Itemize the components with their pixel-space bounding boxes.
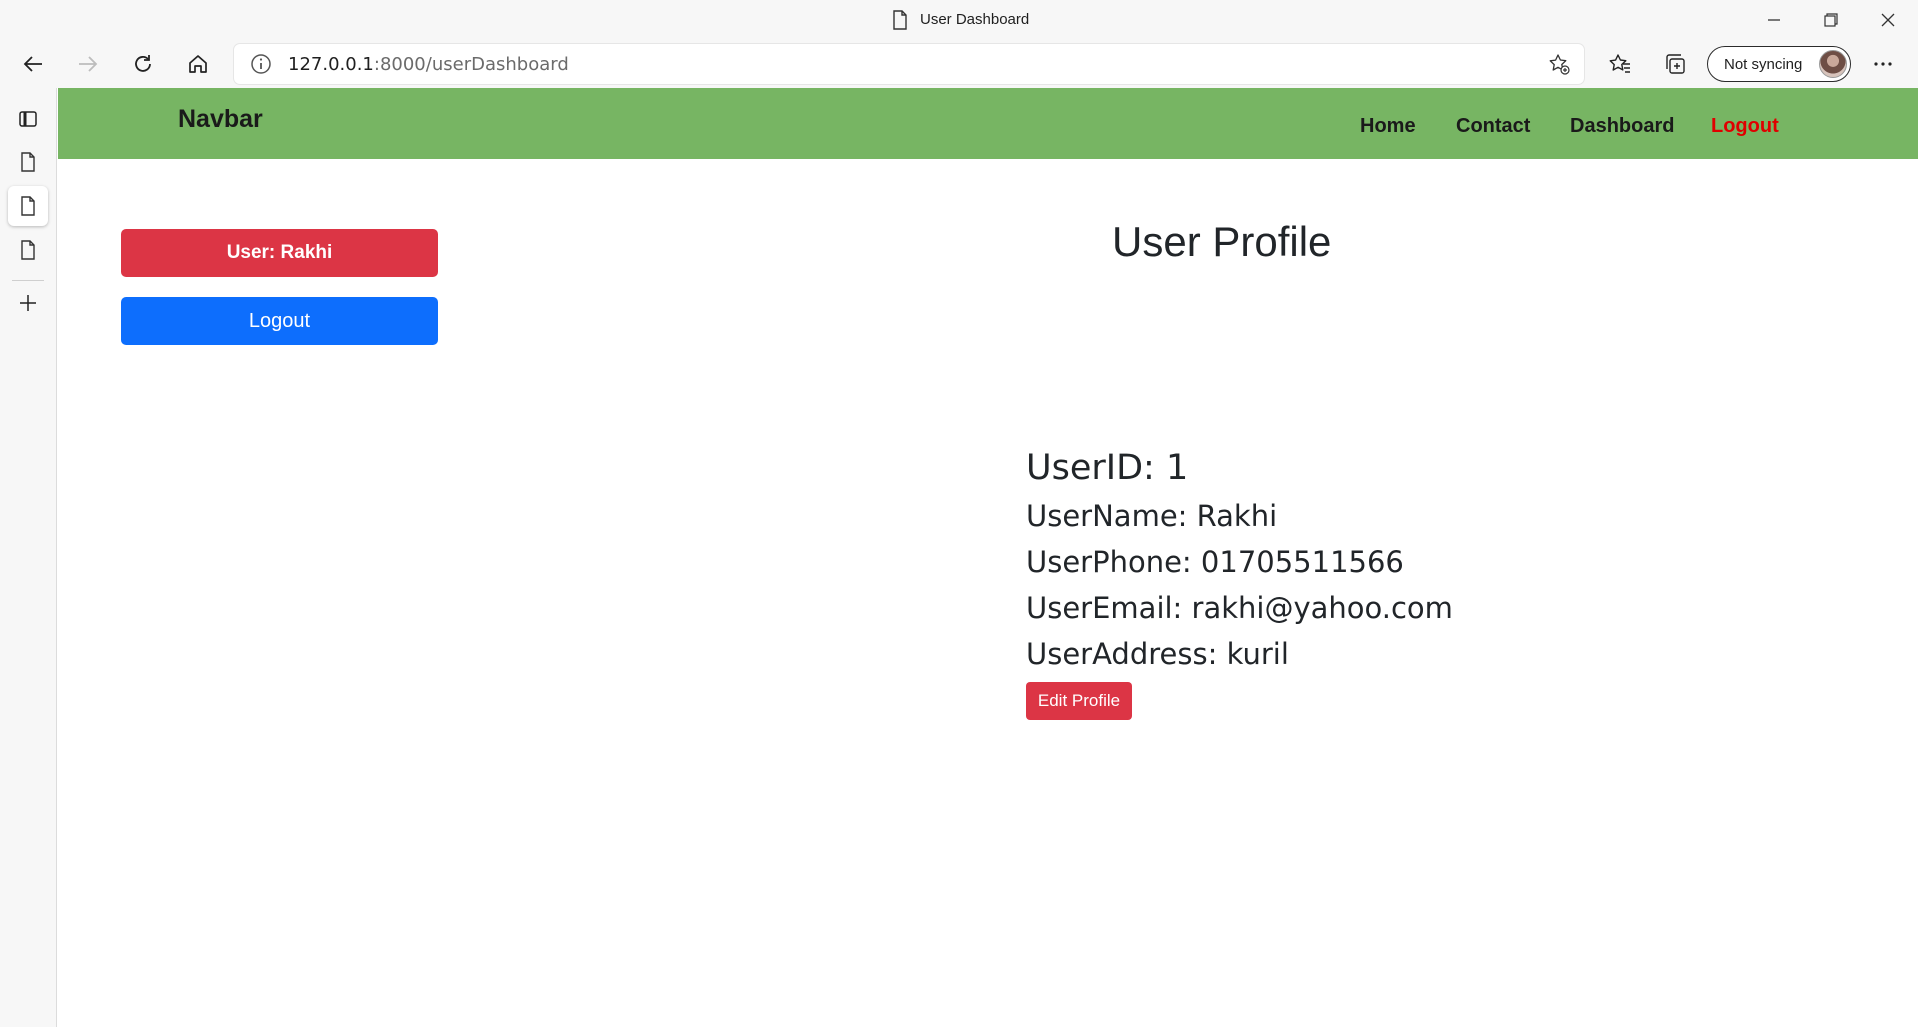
user-name-text: UserName: Rakhi	[1026, 499, 1278, 533]
more-icon	[1874, 62, 1892, 66]
info-icon[interactable]	[250, 53, 272, 75]
user-email-text: UserEmail: rakhi@yahoo.com	[1026, 591, 1453, 625]
arrow-right-icon	[79, 56, 98, 72]
arrow-left-icon	[23, 56, 42, 72]
site-navbar: Navbar Home Contact Dashboard Logout	[58, 88, 1918, 159]
page-icon	[21, 196, 35, 216]
refresh-button[interactable]	[123, 44, 163, 84]
browser-toolbar: 127.0.0.1:8000/userDashboard Not syncing	[0, 40, 1918, 88]
home-icon	[189, 55, 207, 73]
tab-actions-button[interactable]	[8, 99, 48, 139]
collections-button[interactable]	[1659, 48, 1691, 80]
logout-button[interactable]: Logout	[121, 297, 438, 345]
user-id-text: UserID: 1	[1026, 448, 1189, 488]
tab-item-1[interactable]	[8, 142, 48, 182]
back-button[interactable]	[13, 44, 53, 84]
url-text[interactable]: 127.0.0.1:8000/userDashboard	[288, 54, 569, 75]
edit-profile-button[interactable]: Edit Profile	[1026, 682, 1132, 720]
home-button[interactable]	[178, 44, 218, 84]
user-address-text: UserAddress: kuril	[1026, 637, 1289, 671]
settings-more-button[interactable]	[1867, 48, 1899, 80]
address-bar[interactable]: 127.0.0.1:8000/userDashboard	[234, 44, 1584, 84]
collections-icon	[1666, 54, 1685, 74]
user-name-button[interactable]: User: Rakhi	[121, 229, 438, 277]
page-content: Navbar Home Contact Dashboard Logout Use…	[58, 88, 1918, 1027]
add-favorite-icon[interactable]	[1548, 53, 1570, 75]
tab-item-2-active[interactable]	[8, 186, 48, 226]
minimize-icon	[1768, 19, 1780, 21]
nav-link-home[interactable]: Home	[1360, 115, 1416, 138]
nav-link-contact[interactable]: Contact	[1456, 115, 1530, 138]
window-titlebar: User Dashboard	[0, 0, 1918, 40]
page-icon	[21, 240, 35, 260]
plus-icon	[20, 295, 36, 311]
page-title: User Profile	[1112, 218, 1332, 265]
vertical-tabs	[0, 88, 57, 1027]
forward-button[interactable]	[68, 44, 108, 84]
minimize-button[interactable]	[1746, 0, 1802, 40]
url-path: :8000/userDashboard	[373, 54, 569, 75]
window-title: User Dashboard	[920, 11, 1030, 28]
navbar-brand[interactable]: Navbar	[178, 105, 263, 134]
restore-icon	[1824, 13, 1838, 27]
tab-divider	[12, 280, 44, 281]
restore-button[interactable]	[1803, 0, 1859, 40]
sync-status-label: Not syncing	[1724, 56, 1803, 73]
nav-link-dashboard[interactable]: Dashboard	[1570, 115, 1674, 138]
favorites-button[interactable]	[1604, 48, 1636, 80]
document-icon	[893, 10, 907, 30]
close-icon	[1881, 13, 1895, 27]
url-host: 127.0.0.1	[288, 54, 374, 75]
tab-actions-icon	[19, 111, 37, 127]
user-phone-text: UserPhone: 01705511566	[1026, 545, 1404, 579]
page-icon	[21, 152, 35, 172]
close-window-button[interactable]	[1860, 0, 1916, 40]
refresh-icon	[135, 55, 151, 72]
profile-sync-button[interactable]: Not syncing	[1707, 46, 1851, 82]
avatar	[1819, 50, 1847, 78]
tab-item-3[interactable]	[8, 230, 48, 270]
favorites-icon	[1609, 54, 1630, 73]
new-tab-button[interactable]	[8, 283, 48, 323]
nav-link-logout[interactable]: Logout	[1711, 115, 1779, 138]
